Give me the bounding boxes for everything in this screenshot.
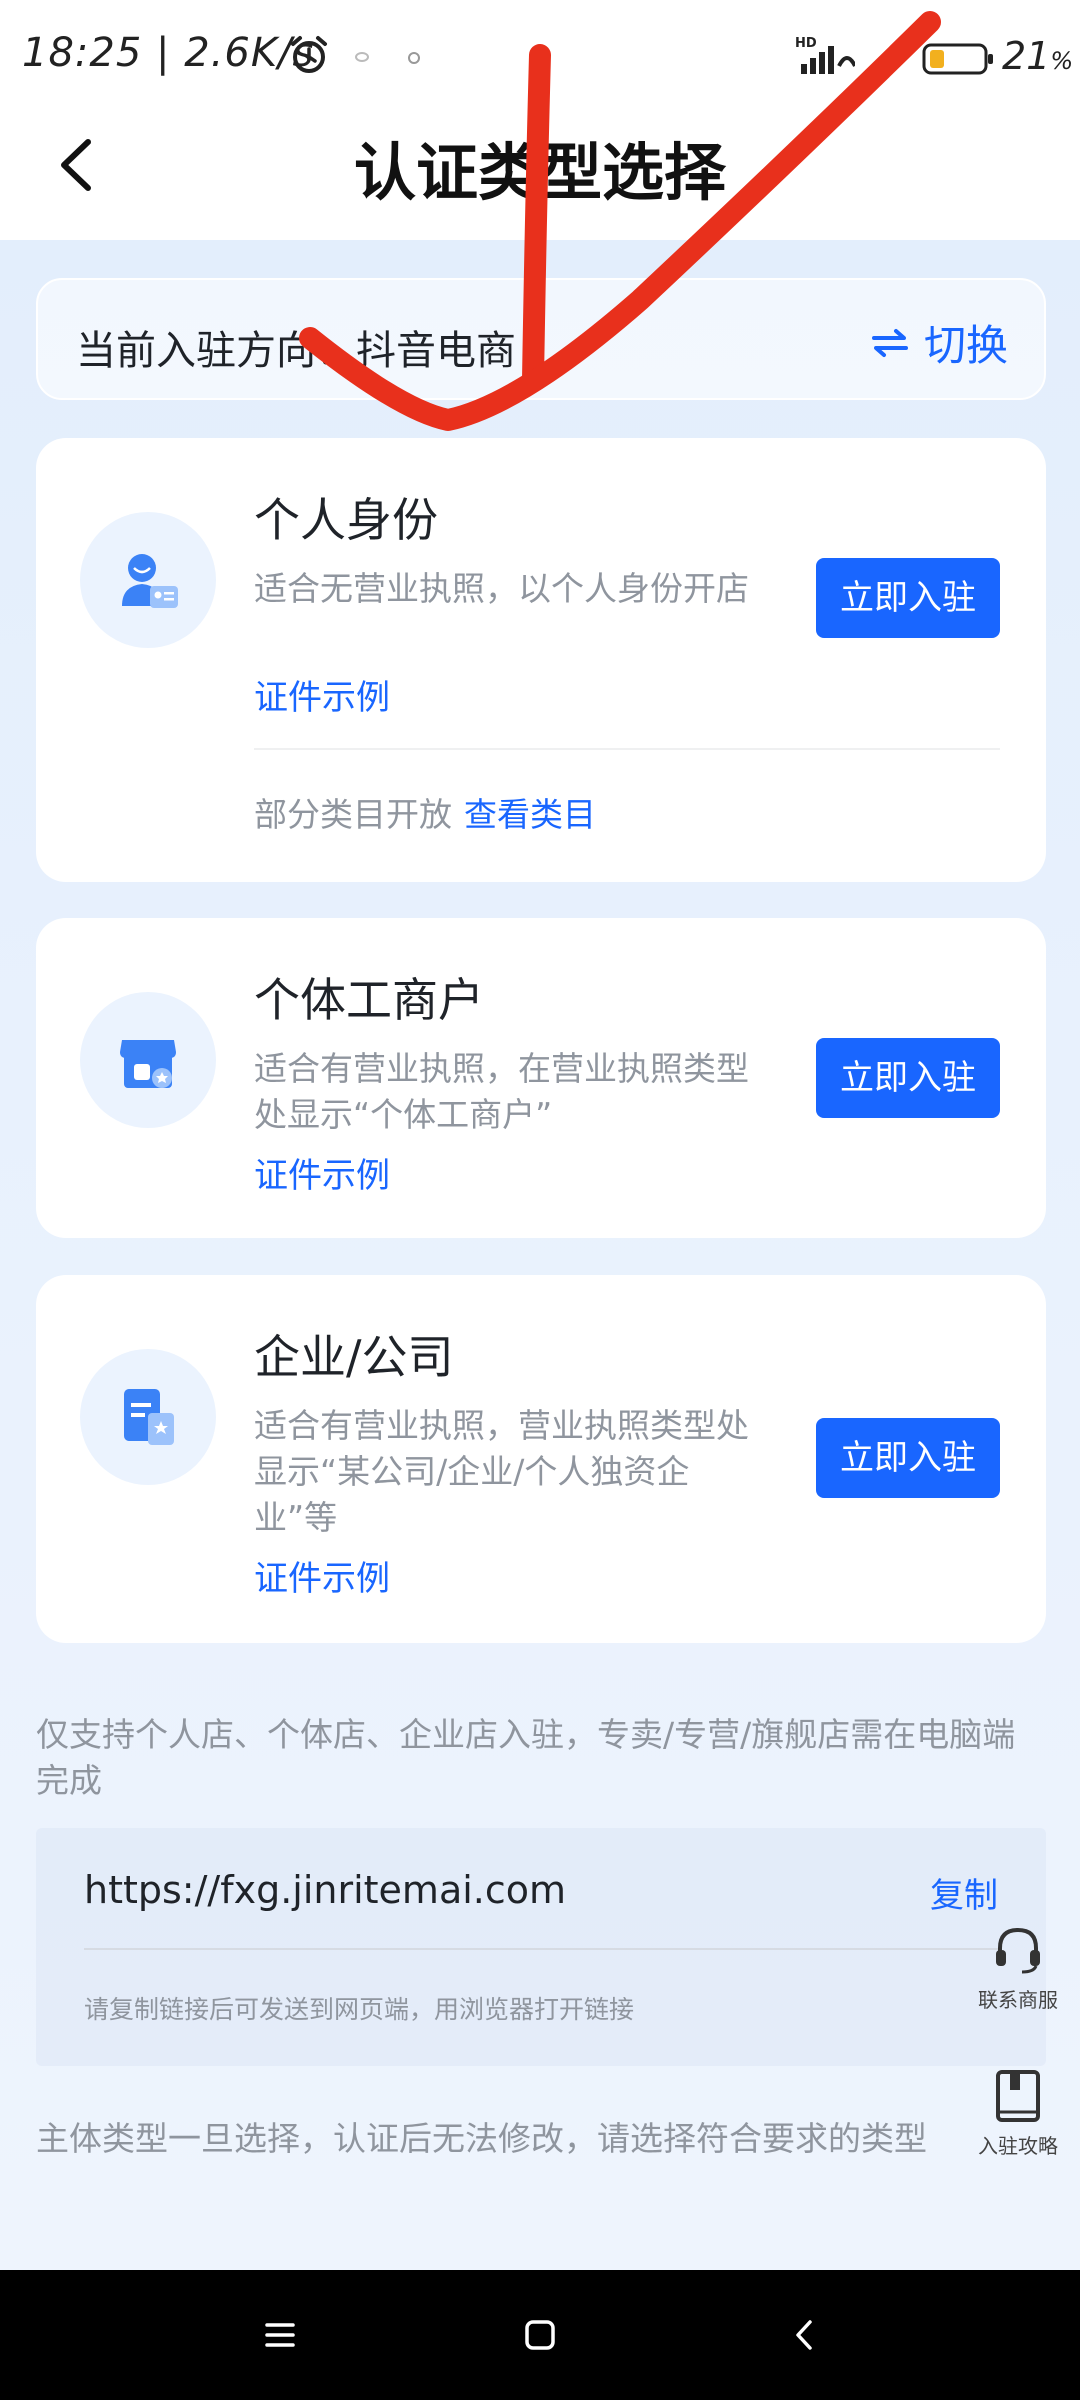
card-description: 适合有营业执照，在营业执照类型处显示“个体工商户”	[254, 1049, 749, 1134]
card-enterprise: 企业/公司 适合有营业执照，营业执照类型处显示“某公司/企业/个人独资企业”等 …	[36, 1275, 1046, 1643]
page-title: 认证类型选择	[353, 136, 726, 209]
card-icon-wrap	[80, 512, 216, 648]
copy-button[interactable]: 复制	[930, 1868, 998, 1917]
status-clock: 18:25	[22, 30, 143, 76]
card-title: 企业/公司	[254, 1330, 454, 1384]
link-url: https://fxg.jinritemai.com	[84, 1868, 567, 1912]
headset-icon	[996, 1927, 1040, 1974]
status-bar: 18:25 | 2.6K/s HD 21%	[0, 0, 1080, 115]
card-title: 个体工商户	[254, 973, 484, 1027]
category-note-text: 部分类目开放	[254, 795, 452, 834]
enter-button-individual-business[interactable]: 立即入驻	[816, 1038, 1000, 1118]
certificate-example-link[interactable]: 证件示例	[254, 670, 390, 719]
person-id-icon	[122, 554, 178, 608]
category-note: 部分类目开放 查看类目	[254, 788, 596, 836]
link-box: https://fxg.jinritemai.com 复制 请复制链接后可发送到…	[36, 1828, 1046, 2066]
store-icon	[120, 1040, 176, 1088]
divider	[254, 748, 1000, 750]
link-hint: 请复制链接后可发送到网页端，用浏览器打开链接	[84, 1995, 635, 2024]
card-individual-business: 个体工商户 适合有营业执照，在营业执照类型处显示“个体工商户” 证件示例 立即入…	[36, 918, 1046, 1238]
battery-percent: 21%	[1002, 34, 1074, 78]
card-description: 适合有营业执照，营业执照类型处显示“某公司/企业/个人独资企业”等	[254, 1406, 749, 1537]
direction-label: 当前入驻方向：抖音电商	[76, 328, 516, 374]
enter-button-enterprise[interactable]: 立即入驻	[816, 1418, 1000, 1498]
enter-button-personal[interactable]: 立即入驻	[816, 558, 1000, 638]
notice-text: 仅支持个人店、个体店、企业店入驻，专卖/专营/旗舰店需在电脑端完成	[36, 1715, 1016, 1800]
battery-icon	[922, 43, 993, 75]
guide-label: 入驻攻略	[978, 2134, 1058, 2158]
card-description: 适合无营业执照，以个人身份开店	[254, 569, 749, 608]
card-title: 个人身份	[254, 493, 438, 547]
system-nav-bar	[0, 2270, 1080, 2400]
direction-bar: 当前入驻方向：抖音电商 切换	[36, 278, 1046, 400]
swap-icon	[871, 328, 908, 357]
contact-service-label: 联系商服	[978, 1988, 1058, 2012]
card-icon-wrap	[80, 992, 216, 1128]
signal-icon	[801, 46, 855, 74]
switch-button[interactable]: 切换	[871, 312, 1008, 373]
certificate-example-link[interactable]: 证件示例	[254, 1551, 390, 1600]
divider	[84, 1948, 998, 1950]
menu-icon[interactable]	[255, 2310, 305, 2360]
back-icon[interactable]	[780, 2310, 830, 2360]
alarm-icon	[291, 36, 327, 73]
footer-note: 主体类型一旦选择，认证后无法修改，请选择符合要求的类型	[36, 2119, 927, 2158]
certificate-example-link[interactable]: 证件示例	[254, 1148, 390, 1197]
guide-button[interactable]: 入驻攻略	[972, 2068, 1064, 2159]
status-time: 18:25 | 2.6K/s	[22, 30, 315, 76]
card-icon-wrap	[80, 1349, 216, 1485]
view-categories-link[interactable]: 查看类目	[464, 795, 596, 834]
card-personal: 个人身份 适合无营业执照，以个人身份开店 证件示例 立即入驻 部分类目开放 查看类…	[36, 438, 1046, 882]
switch-label: 切换	[923, 321, 1008, 370]
notification-icon	[355, 52, 369, 62]
notification-icon	[408, 52, 420, 64]
license-document-icon	[124, 1389, 174, 1445]
contact-service-button[interactable]: 联系商服	[972, 1922, 1064, 2013]
home-icon[interactable]	[515, 2310, 565, 2360]
book-icon	[996, 2070, 1040, 2122]
